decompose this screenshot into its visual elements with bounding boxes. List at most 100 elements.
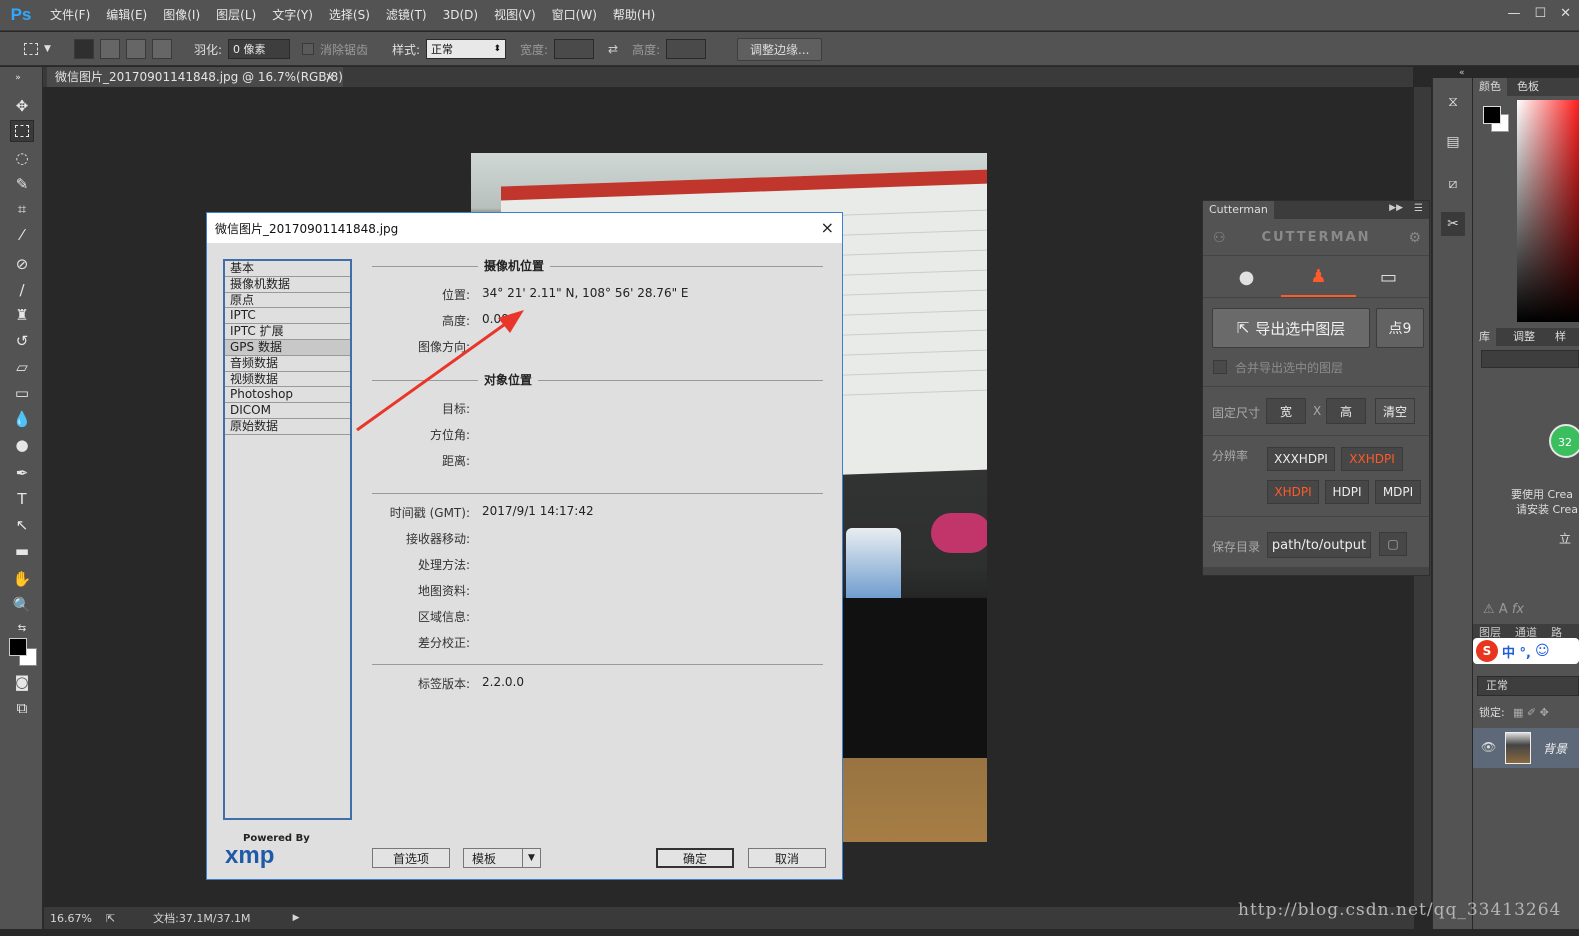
export-icon[interactable]: ⇱ [106, 912, 115, 925]
feather-input[interactable]: 0 像素 [228, 39, 291, 59]
screen-mode-icon[interactable]: ⧉ [10, 697, 34, 719]
type-tool-icon[interactable]: T [10, 488, 34, 510]
history-panel-icon[interactable]: ⧖ [1441, 90, 1465, 114]
category-item[interactable]: 音频数据 [225, 356, 350, 372]
hand-tool-icon[interactable]: ✋ [10, 568, 34, 590]
lock-icons[interactable]: ▦ ✐ ✥ [1513, 706, 1549, 719]
apple-platform-tab[interactable]: ● [1209, 257, 1284, 297]
style-select[interactable]: 正常 ⬍ [426, 39, 507, 59]
intersect-selection-button[interactable] [152, 39, 172, 59]
brush-tool-icon[interactable]: ∕ [10, 279, 34, 301]
menu-item[interactable]: 文字(Y) [264, 0, 321, 31]
zoom-tool-icon[interactable]: 🔍 [10, 594, 34, 616]
blur-tool-icon[interactable]: 💧 [10, 408, 34, 430]
collapse-icon[interactable]: » [6, 67, 30, 89]
quick-mask-icon[interactable]: ◙ [10, 671, 34, 693]
creative-cloud-text-3[interactable]: 立 [1559, 530, 1571, 547]
menu-item[interactable]: 编辑(E) [98, 0, 155, 31]
menu-item[interactable]: 3D(D) [435, 0, 486, 31]
fg-color-swatch[interactable] [1483, 106, 1501, 124]
layer-name[interactable]: 背景 [1543, 740, 1567, 757]
document-tab[interactable]: 微信图片_20170901141848.jpg @ 16.7%(RGB/8) × [47, 67, 343, 87]
tab-color[interactable]: 颜色 [1473, 78, 1507, 96]
status-menu-arrow-icon[interactable]: ▶ [293, 913, 300, 923]
dpi-mdpi[interactable]: MDPI [1375, 480, 1421, 504]
gradient-tool-icon[interactable]: ▭ [10, 382, 34, 404]
panel-menu-icon[interactable]: ☰ [1414, 203, 1423, 214]
shape-tool-icon[interactable]: ▬ [10, 540, 34, 562]
cutterman-panel-icon[interactable]: ✂ [1441, 212, 1465, 236]
clear-size-button[interactable]: 清空 [1375, 398, 1415, 424]
visibility-eye-icon[interactable]: 👁 [1481, 740, 1496, 754]
dialog-close-icon[interactable]: × [821, 218, 834, 237]
menu-item[interactable]: 图像(I) [155, 0, 208, 31]
ok-button[interactable]: 确定 [656, 848, 734, 868]
settings-gear-icon[interactable]: ⚙ [1408, 230, 1421, 246]
library-search[interactable] [1481, 350, 1579, 368]
android-platform-tab[interactable]: ♟ [1281, 257, 1356, 297]
history-brush-tool-icon[interactable]: ↺ [10, 330, 34, 352]
width-input[interactable] [554, 39, 595, 59]
close-tab-icon[interactable]: × [325, 67, 335, 87]
menu-item[interactable]: 图层(L) [208, 0, 264, 31]
pen-tool-icon[interactable]: ✒ [10, 462, 34, 484]
desktop-platform-tab[interactable]: ▭ [1351, 257, 1426, 297]
maximize-icon[interactable]: ☐ [1534, 6, 1546, 21]
menu-item[interactable]: 帮助(H) [605, 0, 663, 31]
eraser-tool-icon[interactable]: ▱ [10, 356, 34, 378]
export-selected-layer-button[interactable]: ⇱ 导出选中图层 [1212, 308, 1370, 348]
field-value[interactable]: 2017/9/1 14:17:42 [482, 504, 594, 518]
add-selection-button[interactable] [100, 39, 120, 59]
stamp-tool-icon[interactable]: ♜ [10, 304, 34, 326]
cancel-button[interactable]: 取消 [748, 848, 826, 868]
eyedropper-tool-icon[interactable]: ⁄ [10, 224, 34, 246]
paths-panel-icon[interactable]: ⧄ [1441, 172, 1465, 196]
path-select-tool-icon[interactable]: ↖ [10, 514, 34, 536]
width-size-input[interactable]: 宽 [1266, 398, 1306, 424]
field-value[interactable]: 2.2.0.0 [482, 675, 524, 689]
field-value[interactable]: 34° 21' 2.11" N, 108° 56' 28.76" E [482, 286, 689, 300]
save-dir-input[interactable]: path/to/output [1267, 532, 1371, 558]
blend-mode-select[interactable]: 正常 [1477, 676, 1579, 696]
healing-brush-tool-icon[interactable]: ⊘ [10, 253, 34, 275]
menu-item[interactable]: 视图(V) [486, 0, 544, 31]
swap-colors-icon[interactable]: ⇆ [10, 618, 34, 640]
menu-item[interactable]: 滤镜(T) [378, 0, 435, 31]
template-dropdown[interactable]: 模板 ▼ [463, 848, 541, 868]
swap-icon[interactable]: ⇄ [608, 42, 618, 56]
category-item[interactable]: 基本 [225, 261, 350, 277]
menu-item[interactable]: 文件(F) [42, 0, 98, 31]
foreground-color-swatch[interactable] [9, 638, 27, 656]
layer-tools-icons[interactable]: ⚠ A fx [1483, 602, 1524, 617]
height-input[interactable] [666, 39, 707, 59]
tab-swatches[interactable]: 色板 [1511, 78, 1545, 96]
merge-export-checkbox[interactable] [1213, 360, 1227, 374]
collapse-dock-icon[interactable]: « [1459, 68, 1465, 78]
move-tool-icon[interactable]: ✥ [10, 95, 34, 117]
quick-select-tool-icon[interactable]: ✎ [10, 173, 34, 195]
height-size-input[interactable]: 高 [1326, 398, 1366, 424]
category-item[interactable]: 视频数据 [225, 372, 350, 388]
refine-edge-button[interactable]: 调整边缘... [737, 37, 823, 61]
panel-resize-bar[interactable] [1203, 567, 1429, 575]
dpi-hdpi[interactable]: HDPI [1325, 480, 1369, 504]
tab-cutterman[interactable]: Cutterman [1203, 201, 1274, 219]
ime-toolbar[interactable]: S 中 °, ☺ [1473, 638, 1579, 664]
new-selection-button[interactable] [74, 39, 94, 59]
dodge-tool-icon[interactable]: ● [10, 434, 34, 456]
tab-styles[interactable]: 样 [1549, 328, 1572, 346]
subtract-selection-button[interactable] [126, 39, 146, 59]
properties-panel-icon[interactable]: ▤ [1441, 130, 1465, 154]
dpi-xxhdpi[interactable]: XXHDPI [1341, 447, 1403, 471]
preferences-button[interactable]: 首选项 [372, 848, 450, 868]
minimize-icon[interactable]: — [1507, 6, 1520, 21]
menu-item[interactable]: 选择(S) [321, 0, 378, 31]
antialias-checkbox[interactable] [302, 43, 314, 55]
field-value[interactable]: 0.00 [482, 312, 509, 326]
point9-button[interactable]: 点9 [1376, 308, 1424, 348]
dpi-xxxhdpi[interactable]: XXXHDPI [1267, 447, 1335, 471]
tab-adjustments[interactable]: 调整 [1507, 328, 1541, 346]
color-picker-field[interactable] [1517, 100, 1579, 322]
collapse-panel-icon[interactable]: ▶▶ [1389, 203, 1403, 213]
user-icon[interactable]: ⚇ [1213, 230, 1226, 246]
